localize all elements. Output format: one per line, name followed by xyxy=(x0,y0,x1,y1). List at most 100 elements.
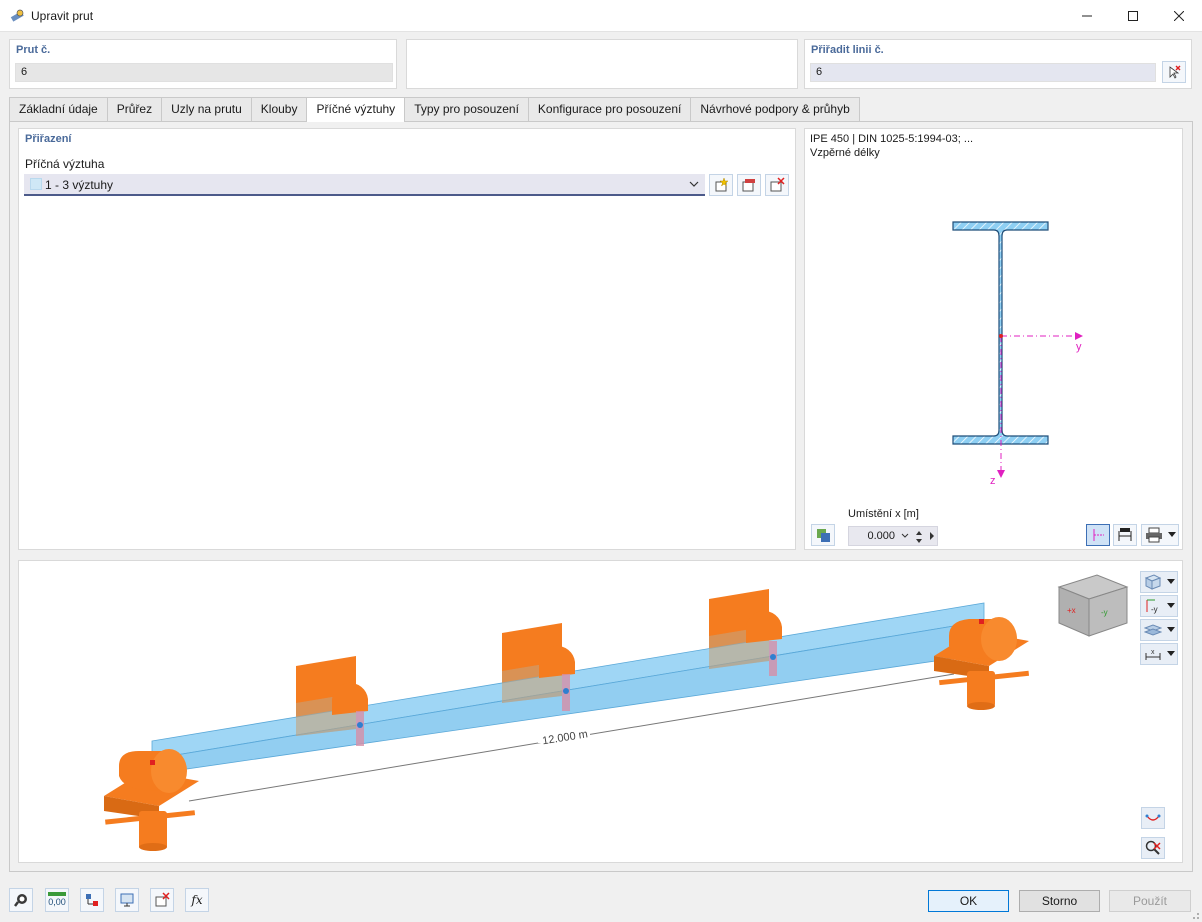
axis-direction-label: -y xyxy=(1151,605,1158,614)
section-preview-panel: IPE 450 | DIN 1025-5:1994-03; ... Vzpěrn… xyxy=(804,128,1183,550)
member-edit-icon xyxy=(10,9,24,22)
stiffener-select-value: 1 - 3 výztuhy xyxy=(45,178,114,192)
stiffener-color-swatch xyxy=(30,178,42,190)
section-details-button[interactable] xyxy=(811,524,835,546)
axis-y-label: y xyxy=(1076,341,1082,353)
view-cube[interactable]: +x -y xyxy=(1057,574,1129,637)
delete-item-icon xyxy=(155,892,170,907)
edit-stiffener-button[interactable] xyxy=(737,174,761,196)
stepper-icon xyxy=(916,531,922,543)
cancel-button[interactable]: Storno xyxy=(1019,890,1100,912)
tab-design-configuration[interactable]: Konfigurace pro posouzení xyxy=(527,97,692,121)
new-item-icon xyxy=(715,177,729,192)
window-title: Upravit prut xyxy=(31,9,94,23)
tree-icon xyxy=(86,894,98,906)
formula-icon: fx xyxy=(191,893,203,907)
minimize-icon xyxy=(1082,15,1092,17)
tab-bar: Základní údaje Průřez Uzly na prutu Klou… xyxy=(9,97,860,122)
close-icon xyxy=(1174,11,1184,21)
cube-face-left: +x xyxy=(1067,606,1076,615)
tab-design-supports-deflection[interactable]: Návrhové podpory & průhyb xyxy=(690,97,860,121)
delete-settings-button[interactable] xyxy=(150,888,174,912)
tab-design-types[interactable]: Typy pro posouzení xyxy=(404,97,529,121)
deformation-icon xyxy=(1145,814,1161,821)
dimension-settings-button[interactable]: x xyxy=(1140,643,1178,665)
position-label: Umístění x [m] xyxy=(848,508,919,520)
edit-item-icon xyxy=(742,179,755,192)
display-settings-button[interactable] xyxy=(1140,619,1178,641)
axis-z-label: z xyxy=(990,475,996,487)
print-button[interactable] xyxy=(1141,524,1179,546)
resize-grip-icon[interactable] xyxy=(1190,910,1200,920)
units-button[interactable]: 0,00 xyxy=(45,888,69,912)
dimension-line-icon: x xyxy=(1145,649,1161,660)
pick-cursor-icon xyxy=(1169,65,1181,79)
zoom-reset-button[interactable] xyxy=(1141,837,1165,859)
assign-line-panel: Přiřadit linii č. 6 xyxy=(804,39,1192,89)
buckling-lengths-label: Vzpěrné délky xyxy=(810,147,880,159)
section-details-icon xyxy=(817,529,830,542)
member-number-field[interactable]: 6 xyxy=(15,63,393,82)
dimension-line-label: x xyxy=(1151,649,1155,656)
maximize-button[interactable] xyxy=(1110,0,1156,32)
tab-nodes-on-member[interactable]: Uzly na prutu xyxy=(161,97,252,121)
ok-button[interactable]: OK xyxy=(928,890,1009,912)
model-view[interactable]: 12.000 m +x -y -y x xyxy=(18,560,1183,863)
delete-stiffener-button[interactable] xyxy=(765,174,789,196)
tab-transverse-stiffeners[interactable]: Příčné výztuhy xyxy=(306,97,406,122)
monitor-icon xyxy=(120,893,134,907)
maximize-icon xyxy=(1128,11,1138,21)
axes-icon xyxy=(1093,529,1104,541)
units-icon: 0,00 xyxy=(48,892,66,908)
help-search-button[interactable] xyxy=(9,888,33,912)
tab-section[interactable]: Průřez xyxy=(106,97,163,121)
close-button[interactable] xyxy=(1156,0,1202,32)
assign-line-field[interactable]: 6 xyxy=(810,63,1156,82)
chevron-down-icon xyxy=(1167,651,1175,656)
member-number-panel: Prut č. 6 xyxy=(9,39,397,89)
tab-basic[interactable]: Základní údaje xyxy=(9,97,108,121)
view-direction-button[interactable]: -y xyxy=(1140,595,1178,617)
assignment-panel: Přiřazení Příčná výztuha 1 - 3 výztuhy xyxy=(18,128,796,550)
axis-direction-icon: -y xyxy=(1146,599,1158,614)
chevron-right-icon xyxy=(930,532,934,540)
view-settings-button[interactable] xyxy=(115,888,139,912)
member-number-label: Prut č. xyxy=(16,44,51,56)
printer-icon xyxy=(1146,527,1162,543)
dimensions-icon xyxy=(1118,528,1132,541)
chevron-down-icon xyxy=(1167,627,1175,632)
chevron-down-icon xyxy=(1168,532,1176,537)
formula-button[interactable]: fx xyxy=(185,888,209,912)
title-bar: Upravit prut xyxy=(0,0,1202,32)
chevron-down-icon xyxy=(689,181,699,187)
tab-hinges[interactable]: Klouby xyxy=(250,97,308,121)
pick-line-button[interactable] xyxy=(1162,61,1186,83)
zoom-close-icon xyxy=(1145,840,1161,855)
chevron-down-icon xyxy=(1167,579,1175,584)
deformation-button[interactable] xyxy=(1141,807,1165,829)
section-name: IPE 450 | DIN 1025-5:1994-03; ... xyxy=(810,133,974,145)
position-value: 0.000 xyxy=(867,530,895,542)
cube-view-icon xyxy=(1144,574,1162,590)
i-section-drawing: y z xyxy=(952,221,1083,487)
new-stiffener-button[interactable] xyxy=(709,174,733,196)
view-mode-button[interactable] xyxy=(1140,571,1178,593)
assign-line-label: Přiřadit linii č. xyxy=(811,44,884,56)
search-icon xyxy=(14,894,27,907)
stiffener-select[interactable]: 1 - 3 výztuhy xyxy=(24,174,705,196)
beam-3d-drawing: 12.000 m +x -y xyxy=(104,574,1129,851)
apply-button[interactable]: Použít xyxy=(1109,890,1191,912)
chevron-down-icon xyxy=(901,533,909,538)
delete-item-icon xyxy=(770,177,785,192)
stiffener-label: Příčná výztuha xyxy=(25,157,105,171)
minimize-button[interactable] xyxy=(1064,0,1110,32)
layers-icon xyxy=(1144,624,1162,636)
dimensions-button[interactable] xyxy=(1113,524,1137,546)
position-spinner[interactable]: 0.000 xyxy=(848,526,938,546)
empty-info-panel xyxy=(406,39,798,89)
model-tree-button[interactable] xyxy=(80,888,104,912)
assignment-title: Přiřazení xyxy=(25,133,72,145)
chevron-down-icon xyxy=(1167,603,1175,608)
show-axes-button[interactable] xyxy=(1086,524,1110,546)
cube-face-right: -y xyxy=(1101,608,1108,617)
